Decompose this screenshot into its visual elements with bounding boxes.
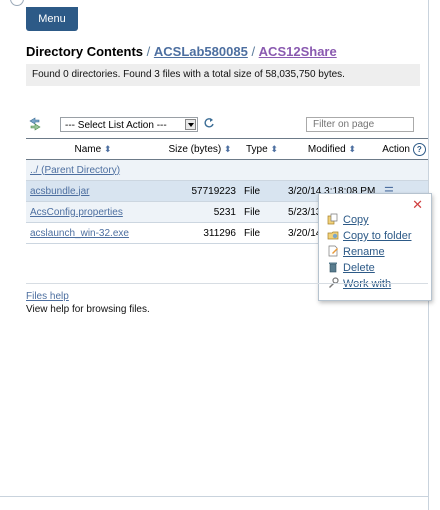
trash-icon: [329, 262, 337, 273]
file-size: 311296: [160, 222, 240, 244]
breadcrumb-link-acslab[interactable]: ACSLab580085: [154, 44, 248, 59]
file-type: File: [240, 222, 284, 244]
files-help: Files help: [26, 291, 69, 302]
summary-bar: Found 0 directories. Found 3 files with …: [26, 64, 420, 86]
sort-icon[interactable]: ⬍: [224, 144, 232, 154]
file-action-menu: ✕ Copy Copy to folder Rename Delete Work…: [318, 193, 432, 301]
filter-input[interactable]: [306, 117, 414, 132]
sort-icon[interactable]: ⬍: [349, 144, 357, 154]
page-title: Directory Contents: [26, 44, 144, 59]
table-row-parent[interactable]: ../ (Parent Directory): [26, 159, 428, 181]
file-type: File: [240, 201, 284, 223]
column-header-name[interactable]: Name ⬍: [26, 138, 160, 160]
file-link[interactable]: acsbundle.jar: [30, 186, 89, 197]
menu-item-work-with[interactable]: Work with: [327, 276, 391, 292]
close-icon[interactable]: ✕: [412, 198, 423, 211]
file-size: 5231: [160, 201, 240, 223]
menu-item-work-with-label[interactable]: Work with: [343, 278, 391, 290]
top-strip: [0, 0, 428, 4]
sort-icon[interactable]: ⬍: [270, 144, 278, 154]
column-header-type-label: Type: [245, 143, 268, 155]
bottom-border: [0, 496, 428, 497]
top-circle-icon: [10, 0, 24, 6]
column-header-action-label: Action: [382, 143, 410, 155]
menu-item-rename[interactable]: Rename: [327, 244, 385, 260]
column-header-modified[interactable]: Modified ⬍: [284, 138, 380, 160]
column-header-name-label: Name: [74, 143, 102, 155]
rename-icon: [328, 245, 338, 257]
menu-item-delete-label[interactable]: Delete: [343, 262, 375, 274]
column-header-type[interactable]: Type ⬍: [240, 138, 284, 160]
help-icon[interactable]: ?: [412, 142, 426, 156]
files-help-link[interactable]: Files help: [26, 291, 69, 302]
refresh-icon[interactable]: [203, 117, 215, 129]
page-frame: Menu Directory Contents / ACSLab580085 /…: [0, 0, 440, 510]
menu-item-copy-to-folder-label[interactable]: Copy to folder: [343, 230, 411, 242]
breadcrumb-link-share[interactable]: ACS12Share: [259, 44, 337, 59]
menu-item-rename-label[interactable]: Rename: [343, 246, 385, 258]
breadcrumb-separator: /: [247, 44, 259, 59]
chevron-down-icon[interactable]: [185, 119, 196, 130]
file-link[interactable]: acslaunch_win-32.exe: [30, 228, 129, 239]
table-header-row: Name ⬍ Size (bytes) ⬍ Type ⬍ Modified ⬍ …: [26, 138, 428, 160]
list-action-select-value: --- Select List Action ---: [65, 120, 167, 131]
menu-item-copy[interactable]: Copy: [327, 212, 369, 228]
files-help-description: View help for browsing files.: [26, 304, 150, 315]
copy-icon: [327, 213, 338, 225]
file-link[interactable]: AcsConfig.properties: [30, 207, 123, 218]
sort-icon[interactable]: ⬍: [104, 144, 112, 154]
divider: [26, 283, 428, 284]
menu-item-copy-label[interactable]: Copy: [343, 214, 369, 226]
menu-button[interactable]: Menu: [26, 7, 78, 31]
column-header-size[interactable]: Size (bytes) ⬍: [160, 138, 240, 160]
file-size: 57719223: [160, 180, 240, 202]
column-header-size-label: Size (bytes): [168, 143, 222, 155]
breadcrumb-separator: /: [143, 44, 154, 59]
select-all-icon[interactable]: [28, 117, 42, 131]
breadcrumb: Directory Contents / ACSLab580085 / ACS1…: [26, 44, 337, 59]
parent-directory-link[interactable]: ../ (Parent Directory): [30, 165, 120, 176]
menu-item-delete[interactable]: Delete: [327, 260, 375, 276]
list-action-select[interactable]: --- Select List Action ---: [60, 117, 198, 132]
column-header-modified-label: Modified: [307, 143, 346, 155]
file-type: File: [240, 180, 284, 202]
column-header-action: Action ?: [380, 138, 428, 160]
menu-item-copy-to-folder[interactable]: Copy to folder: [327, 228, 411, 244]
copy-to-folder-icon: [327, 231, 339, 240]
